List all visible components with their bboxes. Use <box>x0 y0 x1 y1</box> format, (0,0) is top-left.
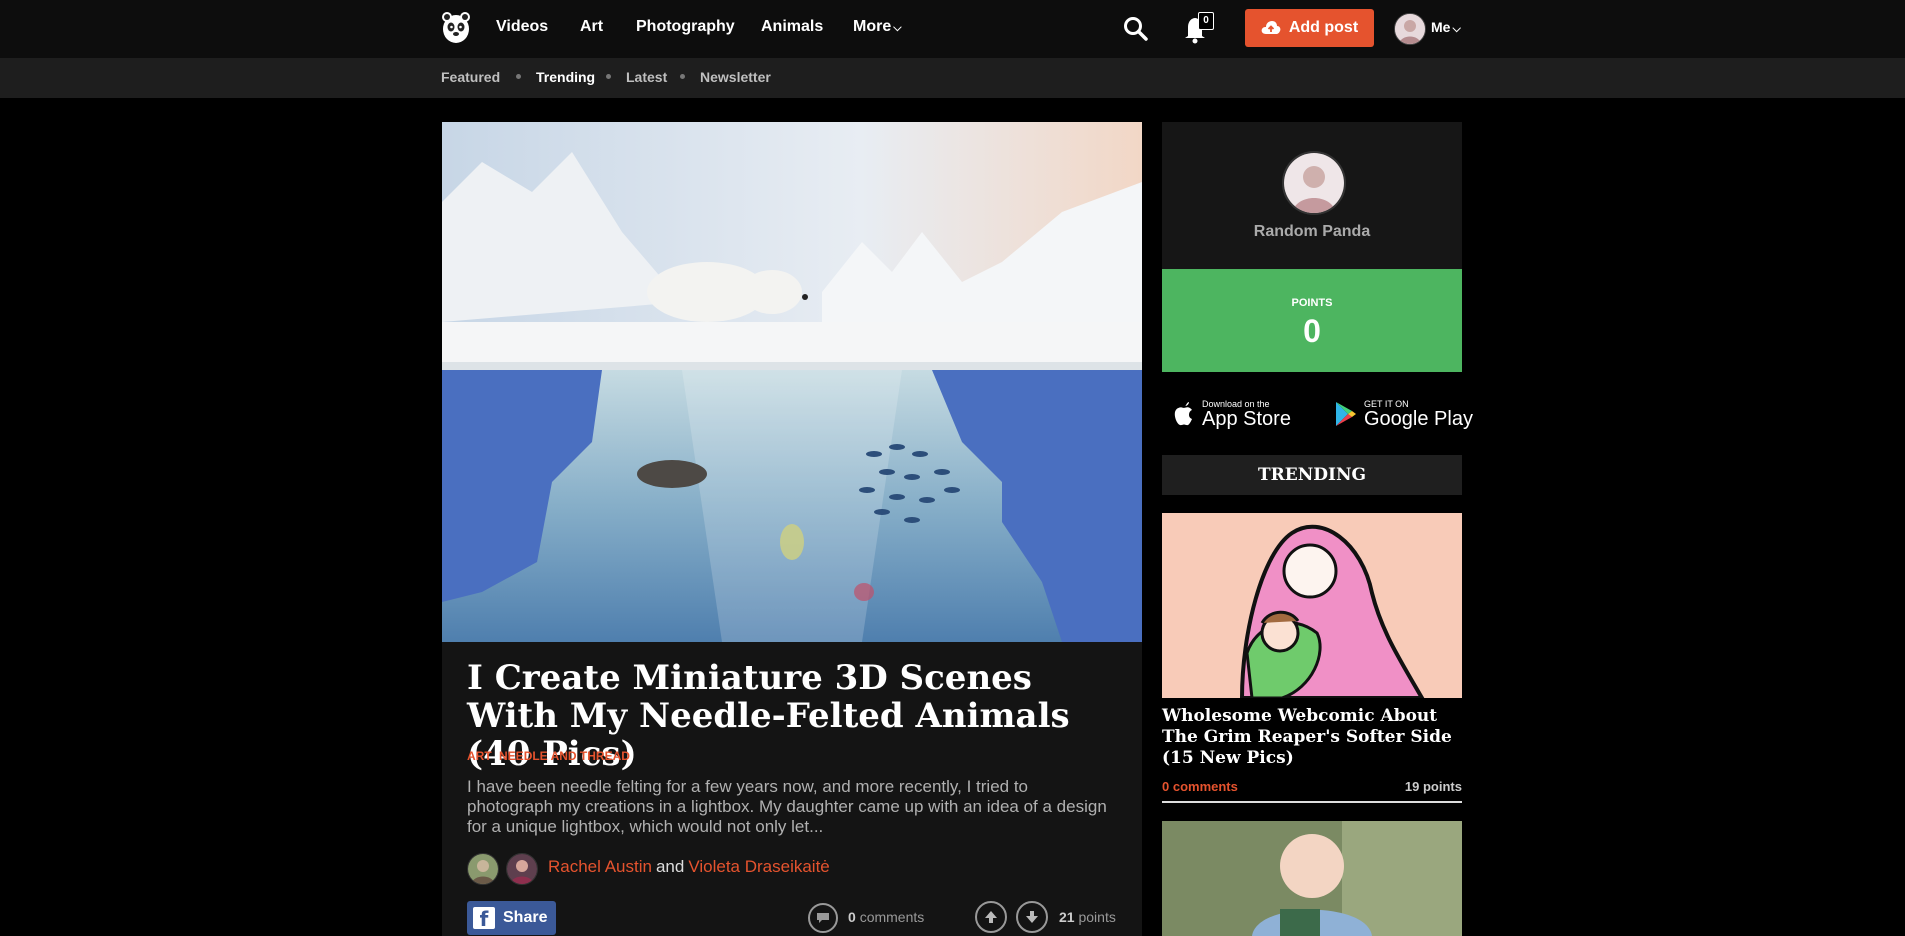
trending-item-points: 19 points <box>1404 779 1462 794</box>
category-link[interactable]: ART <box>467 749 492 763</box>
trending-heading: TRENDING <box>1162 455 1462 495</box>
facebook-icon: f <box>473 907 495 931</box>
author-link[interactable]: Rachel Austin <box>548 857 652 876</box>
cloud-upload-icon <box>1261 21 1281 34</box>
notifications-count-badge: 0 <box>1198 12 1214 30</box>
subnav-item-newsletter[interactable]: Newsletter <box>700 69 771 85</box>
subnav-item-featured[interactable]: Featured <box>441 69 500 85</box>
trending-item-image[interactable] <box>1162 821 1462 936</box>
chevron-down-icon: ⌵ <box>893 22 902 34</box>
share-label: Share <box>503 909 548 926</box>
subnav-item-trending[interactable]: Trending <box>536 69 595 85</box>
subnav-separator <box>680 74 685 79</box>
points-widget-value: 0 <box>1303 313 1321 349</box>
post-hero-image[interactable] <box>442 122 1142 642</box>
google-play-icon <box>1336 402 1356 426</box>
google-play-text: GET IT ON Google Play <box>1364 399 1473 429</box>
nav-item-animals[interactable]: Animals <box>761 18 823 36</box>
category-link[interactable]: NEEDLE AND THREAD <box>499 749 630 763</box>
comment-icon[interactable] <box>808 903 838 933</box>
subnav-separator <box>516 74 521 79</box>
trending-item-divider <box>1162 801 1462 803</box>
author-avatar[interactable] <box>467 853 499 885</box>
top-navigation-bar <box>0 0 1905 58</box>
nav-item-art[interactable]: Art <box>580 18 603 36</box>
arrow-down-icon <box>1026 911 1038 923</box>
comments-count-label: comments <box>859 909 925 925</box>
profile-avatar[interactable] <box>1282 151 1346 215</box>
app-store-text: Download on the App Store <box>1202 399 1291 429</box>
post-points: 21 points <box>1059 909 1116 925</box>
trending-item-comments[interactable]: 0 comments <box>1162 779 1238 794</box>
subnav-item-latest[interactable]: Latest <box>626 69 667 85</box>
comments-count-value: 0 <box>848 909 856 925</box>
apple-icon <box>1174 402 1192 426</box>
subnav-separator <box>606 74 611 79</box>
sub-navigation-bar <box>0 58 1905 98</box>
user-menu[interactable]: Me ⌵ <box>1431 19 1461 36</box>
add-post-button[interactable]: Add post <box>1245 9 1374 47</box>
nav-more-label: More <box>853 18 892 35</box>
upvote-button[interactable] <box>975 901 1007 933</box>
nav-item-more[interactable]: More ⌵ <box>853 18 902 36</box>
author-link[interactable]: Violeta Draseikaitė <box>688 857 829 876</box>
arrow-up-icon <box>985 911 997 923</box>
points-value: 21 <box>1059 909 1075 925</box>
facebook-share-button[interactable]: f Share <box>467 901 556 935</box>
user-menu-label: Me <box>1431 19 1451 35</box>
nav-item-videos[interactable]: Videos <box>496 18 548 36</box>
post-excerpt: I have been needle felting for a few yea… <box>467 777 1107 836</box>
nav-item-photography[interactable]: Photography <box>636 18 735 36</box>
post-categories: ART NEEDLE AND THREAD <box>467 749 630 763</box>
app-store-badge[interactable]: Download on the App Store <box>1172 396 1291 432</box>
downvote-button[interactable] <box>1016 901 1048 933</box>
post-authors: Rachel Austin and Violeta Draseikaitė <box>548 857 830 877</box>
points-widget-label: POINTS <box>1291 297 1333 309</box>
trending-item-title[interactable]: Wholesome Webcomic About The Grim Reaper… <box>1162 706 1462 769</box>
user-avatar[interactable] <box>1394 13 1426 45</box>
search-icon[interactable] <box>1123 16 1149 42</box>
app-store-big: App Store <box>1202 408 1291 430</box>
points-label: points <box>1078 909 1116 925</box>
authors-joiner: and <box>655 857 685 876</box>
trending-item-image[interactable] <box>1162 513 1462 698</box>
post-comments-count[interactable]: 0 comments <box>848 909 924 925</box>
google-play-badge[interactable]: GET IT ON Google Play <box>1334 396 1473 432</box>
bored-panda-logo-icon[interactable] <box>441 11 471 45</box>
profile-name[interactable]: Random Panda <box>1162 223 1462 241</box>
author-avatar[interactable] <box>506 853 538 885</box>
add-post-label: Add post <box>1288 19 1359 36</box>
google-play-big: Google Play <box>1364 408 1473 430</box>
chevron-down-icon: ⌵ <box>1452 23 1461 35</box>
